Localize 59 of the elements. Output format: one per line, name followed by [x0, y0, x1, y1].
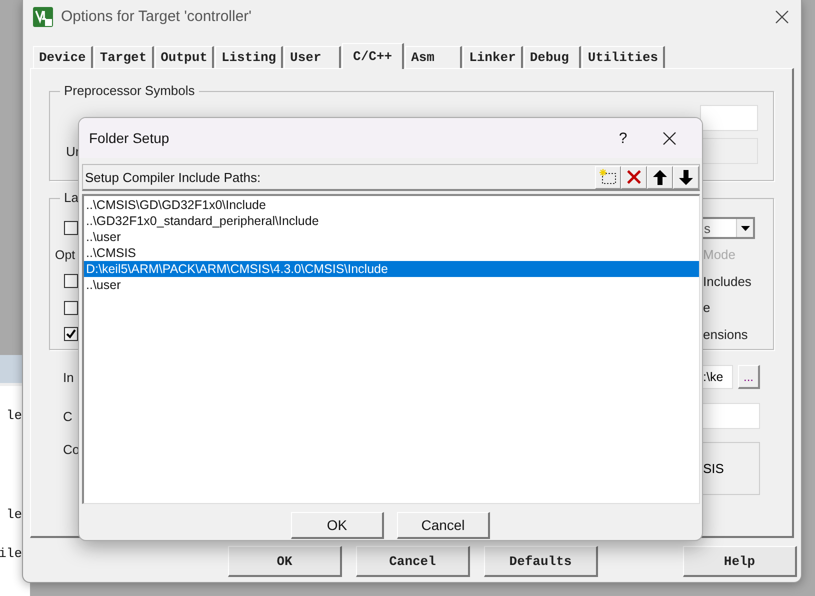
close-icon[interactable] [662, 132, 676, 144]
tab[interactable]: C/C++ [342, 43, 404, 69]
down-arrow-icon [679, 170, 693, 184]
group-title: Preprocessor Symbols [60, 83, 199, 98]
cancel-button[interactable]: Cancel [397, 512, 490, 539]
checkbox[interactable] [64, 300, 78, 315]
field-label: Ur [66, 144, 80, 158]
delete-button[interactable] [621, 166, 647, 188]
help-button[interactable]: Help [683, 546, 797, 577]
tab[interactable]: Listing [215, 46, 284, 68]
browse-button[interactable]: ... [738, 365, 760, 389]
field-label: C [63, 408, 72, 424]
path-item[interactable]: ..\CMSIS [84, 245, 699, 261]
path-item[interactable]: ..\CMSIS\GD\GD32F1x0\Include [84, 197, 699, 213]
caret-icon [740, 226, 750, 231]
tab[interactable]: Utilities [582, 46, 666, 68]
help-button[interactable]: ? [600, 130, 646, 146]
checkbox[interactable] [64, 221, 78, 236]
path-item[interactable]: ..\user [84, 277, 699, 293]
define-field[interactable] [700, 105, 758, 131]
path-item[interactable]: D:\keil5\ARM\PACK\ARM\CMSIS\4.3.0\CMSIS\Include [84, 261, 699, 277]
app-logo-icon [33, 6, 53, 26]
tab[interactable]: Device [33, 46, 93, 68]
option-label: Mode [703, 247, 737, 262]
path-item[interactable]: ..\GD32F1x0_standard_peripheral\Include [84, 213, 699, 229]
option-label: ensions [703, 326, 749, 342]
path-item[interactable]: ..\user [84, 229, 699, 245]
checkbox[interactable] [64, 327, 78, 342]
compiler-control-string: SIS [702, 442, 760, 495]
undefine-field[interactable] [700, 138, 758, 164]
new-folder-button[interactable] [595, 166, 621, 188]
misc-controls-field[interactable] [702, 403, 760, 429]
up-arrow-icon [653, 170, 667, 184]
new-folder-icon [599, 169, 617, 185]
code-line: le [5, 408, 22, 423]
ok-button[interactable]: OK [228, 546, 342, 577]
checkbox[interactable] [64, 274, 78, 288]
tab[interactable]: Debug [524, 46, 581, 68]
tab[interactable]: User [284, 46, 342, 68]
move-up-button[interactable] [647, 166, 673, 188]
delete-icon [627, 170, 641, 184]
tab[interactable]: Output [154, 46, 214, 68]
cancel-button[interactable]: Cancel [356, 546, 470, 577]
tab[interactable]: Asm [405, 46, 462, 68]
option-label: e [703, 300, 712, 316]
tab[interactable]: Linker [463, 46, 523, 68]
defaults-button[interactable]: Defaults [484, 546, 598, 577]
code-line: le [5, 507, 22, 522]
option-label: Includes [703, 274, 752, 289]
dropdown[interactable]: s [700, 217, 755, 240]
tab[interactable]: Target [94, 46, 154, 68]
list-header-label: Setup Compiler Include Paths: [84, 170, 261, 184]
close-icon[interactable] [775, 10, 789, 24]
move-down-button[interactable] [673, 166, 699, 188]
option-label: Opt [55, 248, 76, 262]
dialog-title: Folder Setup [89, 130, 170, 146]
ok-button[interactable]: OK [291, 512, 384, 539]
field-label: In [63, 370, 74, 384]
window-title: Options for Target 'controller' [61, 8, 252, 25]
